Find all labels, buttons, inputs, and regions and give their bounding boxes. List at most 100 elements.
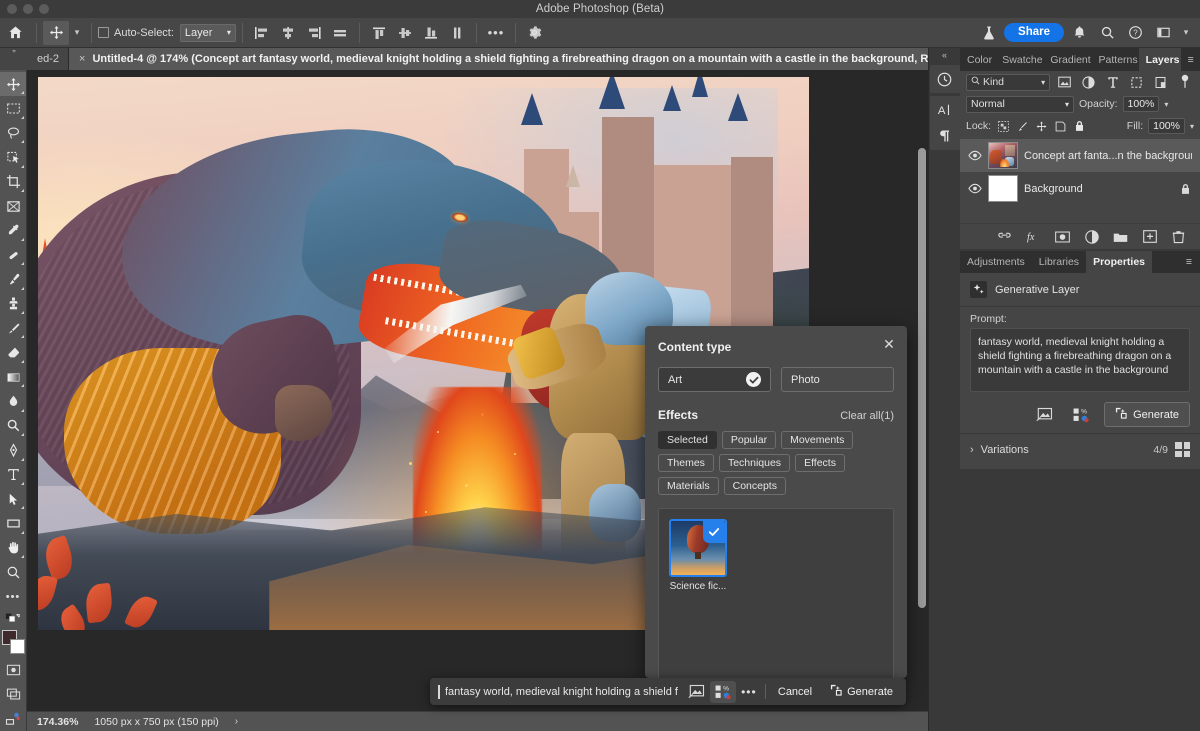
effect-card[interactable]: Science fic... (669, 519, 727, 592)
pixel-layer-filter-icon[interactable] (1055, 73, 1074, 92)
align-bottom-edges-icon[interactable] (418, 21, 444, 45)
filter-toggle-icon[interactable] (1175, 73, 1194, 92)
notifications-bell-icon[interactable] (1066, 20, 1092, 46)
effects-results-grid[interactable]: Science fic... (658, 508, 894, 698)
hand-tool[interactable] (0, 536, 26, 560)
search-icon[interactable] (1094, 20, 1120, 46)
distribute-vertically-icon[interactable] (444, 21, 470, 45)
canvas-vertical-scrollbar[interactable] (918, 148, 926, 608)
brush-tool[interactable] (0, 267, 26, 291)
add-layer-mask-icon[interactable] (1055, 228, 1070, 246)
close-window-button[interactable] (7, 4, 17, 14)
chip-themes[interactable]: Themes (658, 454, 714, 472)
tab-adjustments[interactable]: Adjustments (960, 251, 1032, 273)
clear-all-button[interactable]: Clear all(1) (840, 410, 894, 422)
zoom-tool[interactable] (0, 560, 26, 584)
effects-picker-icon[interactable]: % (1068, 404, 1094, 426)
chip-popular[interactable]: Popular (722, 431, 776, 449)
workspace-icon[interactable] (1150, 20, 1176, 46)
align-left-edges-icon[interactable] (249, 21, 275, 45)
tab-scroll-indicator[interactable]: ” (0, 48, 28, 70)
quick-mask-icon[interactable] (0, 658, 26, 682)
prompt-textarea[interactable]: fantasy world, medieval knight holding a… (970, 328, 1190, 392)
tab-swatches[interactable]: Swatche (995, 48, 1043, 71)
adjustment-layer-filter-icon[interactable] (1079, 73, 1098, 92)
shape-layer-filter-icon[interactable] (1127, 73, 1146, 92)
tab-libraries[interactable]: Libraries (1032, 251, 1086, 273)
delete-layer-icon[interactable] (1171, 228, 1186, 246)
lock-position-icon[interactable] (1034, 118, 1048, 134)
paragraph-icon[interactable] (933, 125, 957, 147)
color-swatches[interactable] (0, 629, 26, 658)
lock-all-icon[interactable] (1072, 118, 1086, 134)
help-icon[interactable]: ? (1122, 20, 1148, 46)
chip-movements[interactable]: Movements (781, 431, 853, 449)
pen-tool[interactable] (0, 438, 26, 462)
move-tool-icon[interactable] (43, 21, 69, 45)
align-top-edges-icon[interactable] (366, 21, 392, 45)
history-icon[interactable] (933, 68, 957, 90)
lasso-tool[interactable] (0, 121, 26, 145)
tool-preset-chevron-down-icon[interactable]: ▾ (69, 21, 85, 45)
crop-tool[interactable] (0, 170, 26, 194)
close-icon[interactable]: × (79, 53, 85, 65)
chip-effects[interactable]: Effects (795, 454, 845, 472)
reference-image-icon[interactable] (684, 681, 710, 703)
link-layers-icon[interactable] (997, 228, 1012, 246)
effects-picker-icon[interactable]: % (710, 681, 736, 703)
window-controls[interactable] (7, 4, 49, 14)
auto-select-scope-dropdown[interactable]: Layer ▾ (180, 24, 236, 42)
generate-button[interactable]: Generate (1104, 402, 1190, 427)
minimize-window-button[interactable] (23, 4, 33, 14)
distribute-horizontally-icon[interactable] (327, 21, 353, 45)
tab-properties[interactable]: Properties (1086, 251, 1152, 273)
gear-icon[interactable] (522, 21, 548, 45)
table-row[interactable]: Concept art fanta...n the background (960, 139, 1200, 172)
content-type-dialog[interactable]: Content type ✕ Art Photo Effects Clear a… (645, 326, 907, 678)
cancel-button[interactable]: Cancel (769, 686, 821, 698)
contextual-taskbar[interactable]: fantasy world, medieval knight holding a… (430, 678, 906, 705)
chip-concepts[interactable]: Concepts (724, 477, 786, 495)
lock-image-pixels-icon[interactable] (1015, 118, 1029, 134)
align-vertical-centers-icon[interactable] (392, 21, 418, 45)
chip-materials[interactable]: Materials (658, 477, 719, 495)
gradient-tool[interactable] (0, 365, 26, 389)
layer-visibility-eye-icon[interactable] (968, 150, 982, 161)
background-color-swatch[interactable] (10, 639, 25, 654)
blur-tool[interactable] (0, 389, 26, 413)
auto-select-checkbox[interactable] (98, 27, 109, 38)
lock-transparent-pixels-icon[interactable] (996, 118, 1010, 134)
beta-flask-icon[interactable] (976, 20, 1002, 46)
home-icon[interactable] (0, 18, 30, 48)
move-tool[interactable] (0, 72, 26, 96)
align-right-edges-icon[interactable] (301, 21, 327, 45)
eraser-tool[interactable] (0, 340, 26, 364)
layer-filter-kind-dropdown[interactable]: Kind ▾ (966, 74, 1050, 91)
default-colors-icon[interactable] (0, 609, 26, 627)
fill-field[interactable]: 100% (1148, 118, 1185, 134)
chip-techniques[interactable]: Techniques (719, 454, 790, 472)
opacity-field[interactable]: 100% (1123, 96, 1160, 112)
chevron-right-icon[interactable]: › (970, 444, 974, 456)
content-type-art-option[interactable]: Art (658, 367, 771, 392)
collapse-panels-icon[interactable]: « (929, 48, 961, 62)
generate-button[interactable]: Generate (821, 684, 902, 699)
document-tab-previous[interactable]: ed-2 (28, 48, 69, 70)
share-document-icon[interactable] (0, 707, 26, 731)
panel-menu-icon[interactable]: ≡ (1181, 48, 1200, 71)
layer-thumbnail[interactable] (988, 175, 1018, 202)
status-expand-icon[interactable]: › (235, 716, 238, 727)
rectangular-marquee-tool[interactable] (0, 96, 26, 120)
document-tab-active[interactable]: × Untitled-4 @ 174% (Concept art fantasy… (69, 48, 975, 70)
maximize-window-button[interactable] (39, 4, 49, 14)
prompt-input[interactable]: fantasy world, medieval knight holding a… (434, 681, 684, 702)
tab-color[interactable]: Color (960, 48, 995, 71)
new-layer-icon[interactable] (1142, 228, 1157, 246)
blend-mode-dropdown[interactable]: Normal ▾ (966, 96, 1074, 113)
new-group-icon[interactable] (1113, 228, 1128, 246)
frame-tool[interactable] (0, 194, 26, 218)
reference-image-icon[interactable] (1032, 404, 1058, 426)
new-adjustment-layer-icon[interactable] (1084, 228, 1099, 246)
clone-stamp-tool[interactable] (0, 292, 26, 316)
layer-style-fx-icon[interactable]: fx (1026, 228, 1041, 246)
